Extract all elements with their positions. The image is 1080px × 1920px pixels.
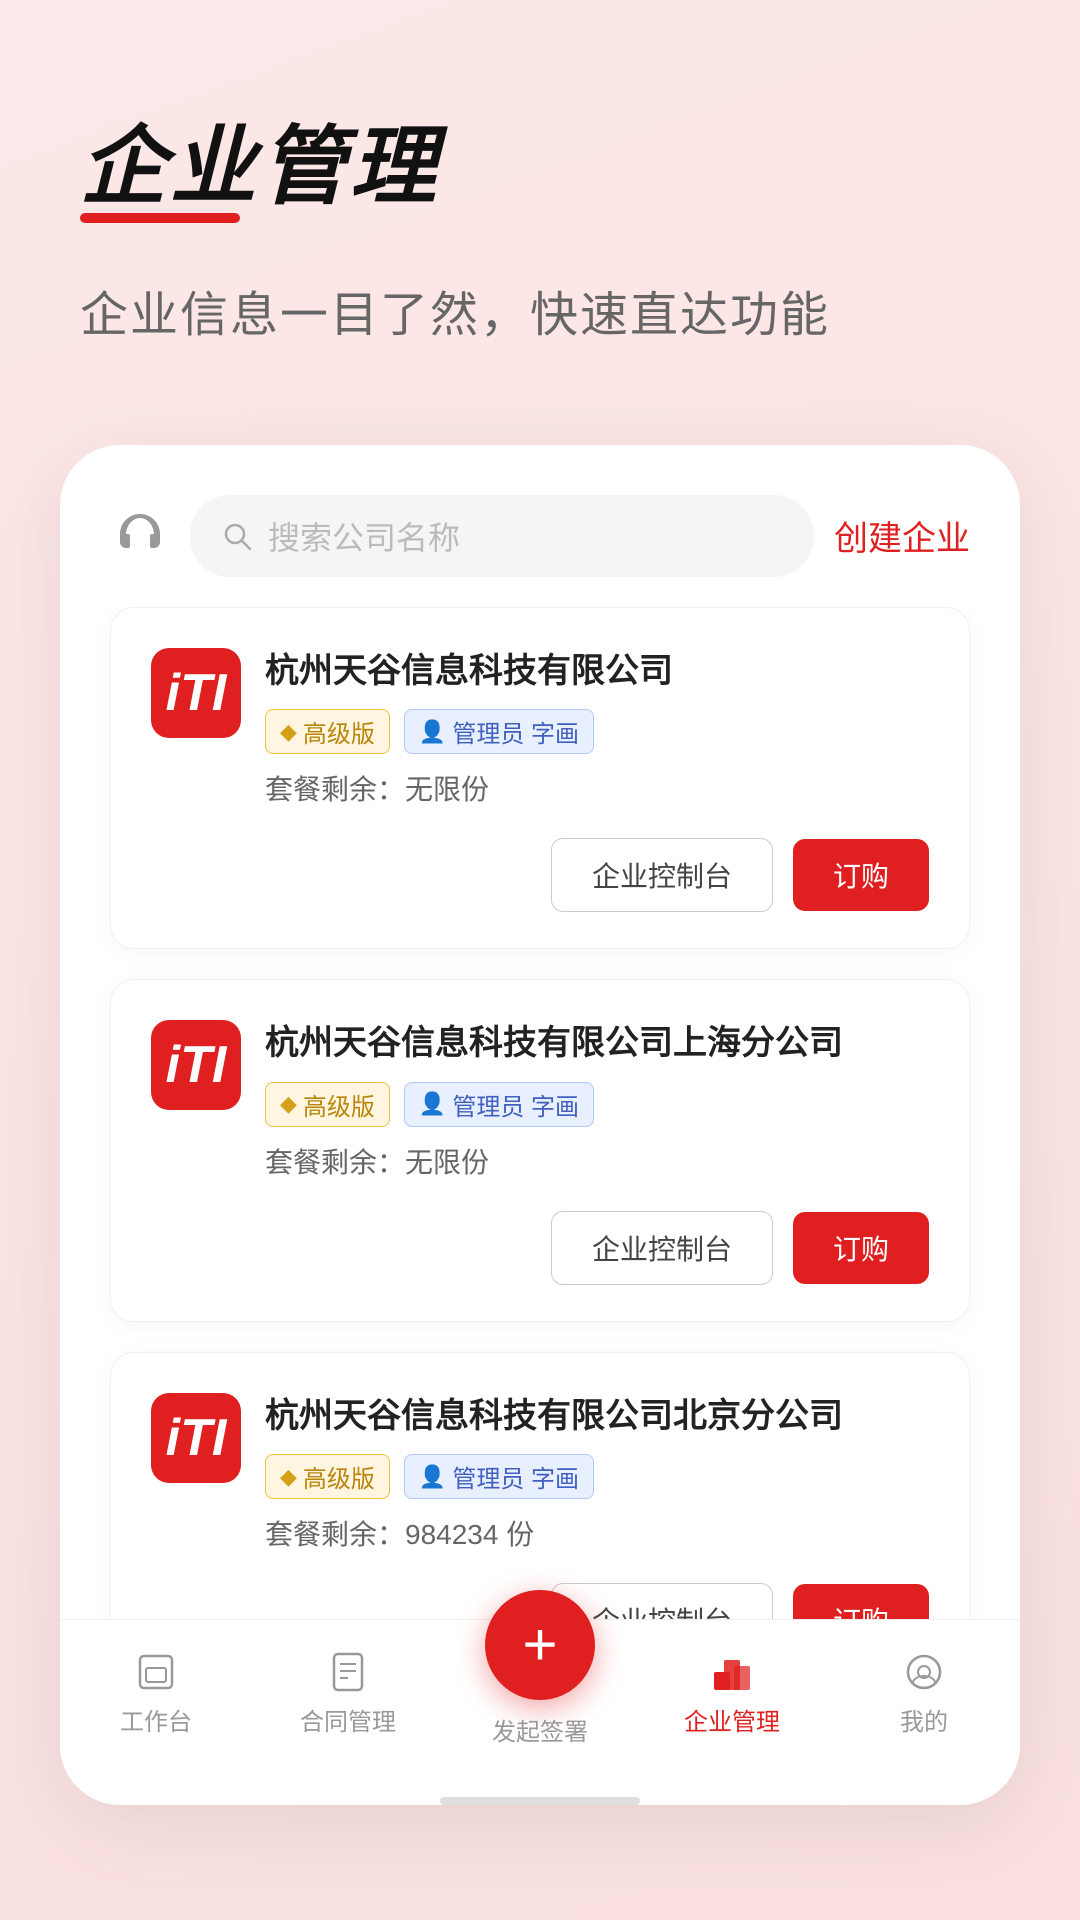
admin-tag: 👤 管理员 字画 — [404, 1454, 594, 1499]
page-title: 企业管理 — [80, 120, 440, 215]
order-button[interactable]: 订购 — [793, 1584, 929, 1618]
company-name: 杭州天谷信息科技有限公司北京分公司 — [265, 1393, 929, 1441]
company-logo: iTI — [151, 1393, 241, 1483]
nav-item-mine[interactable]: 我的 — [854, 1650, 994, 1737]
company-info: 杭州天谷信息科技有限公司 ◆ 高级版 👤 管理员 字画 套餐剩余：无限份 — [265, 648, 929, 809]
premium-tag: ◆ 高级版 — [265, 1454, 390, 1499]
nav-label-workbench: 工作台 — [120, 1702, 192, 1737]
nav-item-workbench[interactable]: 工作台 — [86, 1650, 226, 1737]
quota-text: 套餐剩余：无限份 — [265, 768, 929, 808]
company-card-header: iTI 杭州天谷信息科技有限公司北京分公司 ◆ 高级版 👤 管理员 字画 — [151, 1393, 929, 1554]
company-info: 杭州天谷信息科技有限公司上海分公司 ◆ 高级版 👤 管理员 字画 套餐剩余 — [265, 1020, 929, 1181]
search-placeholder: 搜索公司名称 — [268, 513, 460, 559]
page-background: 企业管理 企业信息一目了然，快速直达功能 搜索公司名称 创建企业 — [0, 0, 1080, 1920]
nav-item-enterprise[interactable]: 企业管理 — [662, 1650, 802, 1737]
phone-card: 搜索公司名称 创建企业 iTI 杭州天谷信息科技有限公司 ◆ — [60, 445, 1020, 1805]
contract-icon — [326, 1650, 370, 1694]
premium-tag: ◆ 高级版 — [265, 709, 390, 754]
title-wrapper: 企业管理 — [80, 120, 440, 215]
logo-text: iTI — [166, 663, 227, 723]
home-indicator — [440, 1797, 640, 1805]
headset-icon[interactable] — [110, 506, 170, 566]
person-icon: 👤 — [419, 719, 446, 745]
search-icon — [220, 519, 254, 553]
bottom-nav: 工作台 合同管理 + 发起签署 — [60, 1619, 1020, 1787]
diamond-icon: ◆ — [280, 1464, 297, 1490]
workbench-icon — [134, 1650, 178, 1694]
page-header: 企业管理 企业信息一目了然，快速直达功能 — [0, 0, 1080, 385]
company-name: 杭州天谷信息科技有限公司 — [265, 648, 929, 696]
person-icon: 👤 — [419, 1091, 446, 1117]
order-button[interactable]: 订购 — [793, 839, 929, 911]
plus-icon: + — [522, 1615, 557, 1675]
mine-icon — [902, 1650, 946, 1694]
actions-row: 企业控制台 订购 — [151, 1211, 929, 1285]
company-logo: iTI — [151, 1020, 241, 1110]
enterprise-icon — [710, 1650, 754, 1694]
nav-item-sign[interactable]: + 发起签署 — [470, 1640, 610, 1747]
nav-label-mine: 我的 — [900, 1702, 948, 1737]
page-subtitle: 企业信息一目了然，快速直达功能 — [80, 275, 1000, 345]
tags-row: ◆ 高级版 👤 管理员 字画 — [265, 1454, 929, 1499]
logo-text: iTI — [166, 1035, 227, 1095]
create-enterprise-button[interactable]: 创建企业 — [834, 511, 970, 560]
company-card: iTI 杭州天谷信息科技有限公司上海分公司 ◆ 高级版 👤 管理员 字画 — [110, 979, 970, 1322]
company-card-header: iTI 杭州天谷信息科技有限公司 ◆ 高级版 👤 管理员 字画 — [151, 648, 929, 809]
diamond-icon: ◆ — [280, 1091, 297, 1117]
company-list: iTI 杭州天谷信息科技有限公司 ◆ 高级版 👤 管理员 字画 — [60, 607, 1020, 1619]
search-area: 搜索公司名称 创建企业 — [60, 445, 1020, 607]
fab-button[interactable]: + — [485, 1590, 595, 1700]
admin-tag: 👤 管理员 字画 — [404, 709, 594, 754]
company-logo: iTI — [151, 648, 241, 738]
company-name: 杭州天谷信息科技有限公司上海分公司 — [265, 1020, 929, 1068]
company-card-header: iTI 杭州天谷信息科技有限公司上海分公司 ◆ 高级版 👤 管理员 字画 — [151, 1020, 929, 1181]
person-icon: 👤 — [419, 1464, 446, 1490]
control-panel-button[interactable]: 企业控制台 — [551, 1211, 773, 1285]
nav-item-contract[interactable]: 合同管理 — [278, 1650, 418, 1737]
logo-text: iTI — [166, 1408, 227, 1468]
tags-row: ◆ 高级版 👤 管理员 字画 — [265, 1082, 929, 1127]
nav-label-sign: 发起签署 — [492, 1712, 588, 1747]
company-card: iTI 杭州天谷信息科技有限公司北京分公司 ◆ 高级版 👤 管理员 字画 — [110, 1352, 970, 1619]
title-underline — [80, 213, 240, 223]
company-card: iTI 杭州天谷信息科技有限公司 ◆ 高级版 👤 管理员 字画 — [110, 607, 970, 950]
nav-label-contract: 合同管理 — [300, 1702, 396, 1737]
company-info: 杭州天谷信息科技有限公司北京分公司 ◆ 高级版 👤 管理员 字画 套餐剩余 — [265, 1393, 929, 1554]
tags-row: ◆ 高级版 👤 管理员 字画 — [265, 709, 929, 754]
order-button[interactable]: 订购 — [793, 1212, 929, 1284]
admin-tag: 👤 管理员 字画 — [404, 1082, 594, 1127]
nav-label-enterprise: 企业管理 — [684, 1702, 780, 1737]
quota-text: 套餐剩余：无限份 — [265, 1141, 929, 1181]
actions-row: 企业控制台 订购 — [151, 838, 929, 912]
control-panel-button[interactable]: 企业控制台 — [551, 838, 773, 912]
search-box[interactable]: 搜索公司名称 — [190, 495, 814, 577]
diamond-icon: ◆ — [280, 719, 297, 745]
quota-text: 套餐剩余：984234 份 — [265, 1513, 929, 1553]
premium-tag: ◆ 高级版 — [265, 1082, 390, 1127]
